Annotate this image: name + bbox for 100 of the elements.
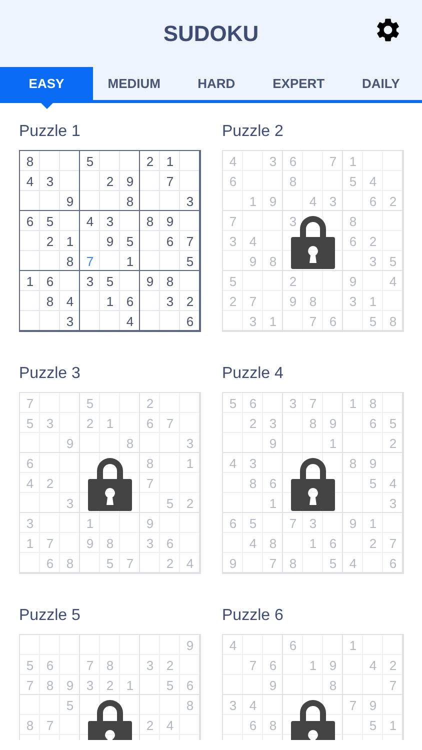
cell-digit: 3 <box>249 314 257 328</box>
cell-digit: 9 <box>66 194 74 208</box>
cell-digit: 8 <box>349 214 357 228</box>
cell-digit: 3 <box>389 496 397 510</box>
cell-digit[interactable]: 7 <box>86 254 94 268</box>
cell-digit: 4 <box>249 698 257 712</box>
cell-digit: 1 <box>186 456 194 470</box>
cell-digit: 1 <box>389 718 397 732</box>
cell-digit: 7 <box>26 396 34 410</box>
cell-digit: 9 <box>369 456 377 470</box>
cell-digit: 5 <box>249 516 257 530</box>
cell-digit: 5 <box>369 314 377 328</box>
cell-digit: 9 <box>146 516 154 530</box>
cell-digit: 7 <box>309 314 317 328</box>
cell-digit: 7 <box>166 174 174 188</box>
cell-digit: 4 <box>229 638 237 652</box>
cell-digit: 6 <box>329 536 337 550</box>
cell-digit: 8 <box>289 556 297 570</box>
cell-digit: 1 <box>106 416 114 430</box>
cell-digit: 1 <box>329 436 337 450</box>
cell-digit: 9 <box>66 678 74 692</box>
cell-digit: 8 <box>46 294 54 308</box>
cell-digit: 6 <box>166 234 174 248</box>
cell-digit: 8 <box>389 314 397 328</box>
cell-digit: 1 <box>106 294 114 308</box>
cell-digit: 9 <box>229 556 237 570</box>
cell-digit: 6 <box>186 678 194 692</box>
cell-digit: 6 <box>26 214 34 228</box>
cell-digit: 6 <box>186 314 194 328</box>
cell-digit: 5 <box>86 154 94 168</box>
cell-digit: 5 <box>26 658 34 672</box>
lock-icon <box>88 697 132 740</box>
cell-digit: 5 <box>66 698 74 712</box>
cell-digit: 4 <box>229 456 237 470</box>
cell-digit: 6 <box>369 194 377 208</box>
difficulty-tab[interactable]: MEDIUM <box>93 67 176 100</box>
cell-digit: 4 <box>26 476 34 490</box>
cell-digit: 8 <box>146 456 154 470</box>
cell-digit: 4 <box>369 174 377 188</box>
cell-digit: 8 <box>369 396 377 410</box>
cell-digit: 5 <box>389 416 397 430</box>
cell-digit: 9 <box>86 536 94 550</box>
settings-icon[interactable] <box>374 16 402 44</box>
cell-digit: 9 <box>349 516 357 530</box>
cell-digit: 3 <box>229 698 237 712</box>
cell-digit: 6 <box>146 416 154 430</box>
cell-digit: 6 <box>26 456 34 470</box>
cell-digit: 8 <box>269 536 277 550</box>
cell-digit: 5 <box>166 678 174 692</box>
cell-digit: 4 <box>229 154 237 168</box>
cell-digit: 9 <box>329 658 337 672</box>
cell-digit: 7 <box>229 214 237 228</box>
cell-digit: 2 <box>146 718 154 732</box>
cell-digit: 6 <box>269 476 277 490</box>
puzzle-title: Puzzle 4 <box>222 365 284 383</box>
cell-digit: 1 <box>369 516 377 530</box>
cell-digit: 1 <box>249 194 257 208</box>
cell-digit: 4 <box>66 294 74 308</box>
cell-digit: 8 <box>309 294 317 308</box>
cell-digit: 7 <box>46 718 54 732</box>
difficulty-tab[interactable]: HARD <box>175 67 258 100</box>
cell-digit: 6 <box>329 314 337 328</box>
cell-digit: 1 <box>86 516 94 530</box>
cell-digit: 3 <box>146 536 154 550</box>
cell-digit: 8 <box>146 214 154 228</box>
cell-digit: 3 <box>249 456 257 470</box>
cell-digit: 1 <box>349 638 357 652</box>
cell-digit: 8 <box>289 174 297 188</box>
cell-digit: 8 <box>26 154 34 168</box>
lock-icon <box>88 455 132 511</box>
cell-digit: 4 <box>389 274 397 288</box>
cell-digit: 7 <box>289 516 297 530</box>
cell-digit: 3 <box>269 154 277 168</box>
cell-digit: 4 <box>389 476 397 490</box>
cell-digit: 2 <box>46 234 54 248</box>
difficulty-tab[interactable]: DAILY <box>340 67 422 100</box>
cell-digit: 8 <box>126 436 134 450</box>
cell-digit: 6 <box>46 658 54 672</box>
difficulty-tab[interactable]: EXPERT <box>258 67 340 100</box>
cell-digit: 6 <box>126 294 134 308</box>
cell-digit: 2 <box>166 658 174 672</box>
cell-digit: 1 <box>269 496 277 510</box>
cell-digit: 3 <box>369 254 377 268</box>
cell-digit: 5 <box>229 396 237 410</box>
cell-digit: 5 <box>166 496 174 510</box>
cell-digit: 5 <box>329 556 337 570</box>
cell-digit: 4 <box>166 718 174 732</box>
cell-digit: 3 <box>46 416 54 430</box>
sudoku-grid[interactable]: 8 5 2 1 4 3 2 9 7 9 8 3 6 5 4 3 8 9 2 1 9 5 6 7 8 7 1 5 1 6 3 5 9 8 8 4 1 6 3 2 3 4 6 <box>19 150 201 332</box>
cell-digit: 5 <box>106 274 114 288</box>
cell-digit: 6 <box>269 658 277 672</box>
cell-digit: 4 <box>186 556 194 570</box>
cell-digit: 7 <box>389 536 397 550</box>
cell-digit: 2 <box>186 496 194 510</box>
cell-digit: 1 <box>269 314 277 328</box>
puzzle-title: Puzzle 6 <box>222 607 284 625</box>
cell-digit: 1 <box>166 154 174 168</box>
cell-digit: 2 <box>186 294 194 308</box>
cell-digit: 1 <box>126 254 134 268</box>
cell-digit: 7 <box>269 556 277 570</box>
